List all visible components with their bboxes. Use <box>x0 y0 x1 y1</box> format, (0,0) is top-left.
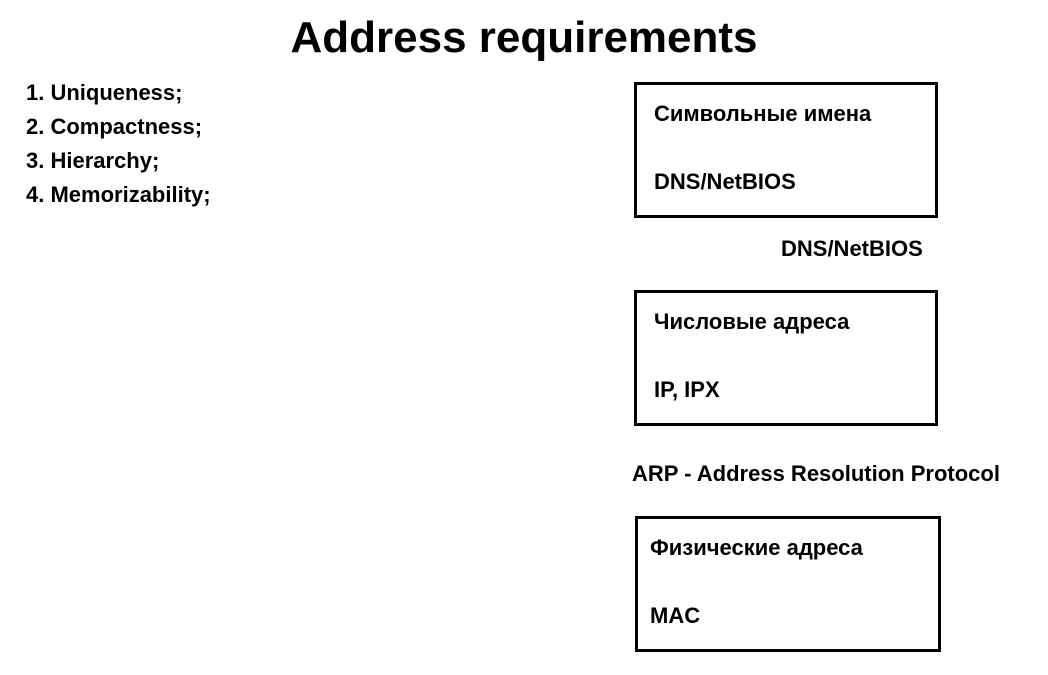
numeric-addresses-box: Числовые адреса IP, IPX <box>634 290 938 426</box>
box-heading: Числовые адреса <box>654 309 850 334</box>
requirements-list: 1. Uniqueness; 2. Compactness; 3. Hierar… <box>26 76 211 212</box>
requirement-item: 1. Uniqueness; <box>26 80 183 105</box>
box-value: IP, IPX <box>654 377 720 402</box>
requirement-item: 3. Hierarchy; <box>26 148 160 173</box>
connector-label: DNS/NetBIOS <box>781 236 923 261</box>
box-value: MAC <box>650 603 701 628</box>
symbolic-names-box: Символьные имена DNS/NetBIOS <box>634 82 938 218</box>
box-value: DNS/NetBIOS <box>654 169 796 194</box>
connector-label: ARP - Address Resolution Protocol <box>632 461 1000 486</box>
box-heading: Символьные имена <box>654 101 872 126</box>
physical-addresses-box: Физические адреса MAC <box>635 516 941 652</box>
requirement-item: 4. Memorizability; <box>26 182 211 207</box>
requirement-item: 2. Compactness; <box>26 114 203 139</box>
page-title: Address requirements <box>290 13 758 62</box>
box-heading: Физические адреса <box>650 535 863 560</box>
